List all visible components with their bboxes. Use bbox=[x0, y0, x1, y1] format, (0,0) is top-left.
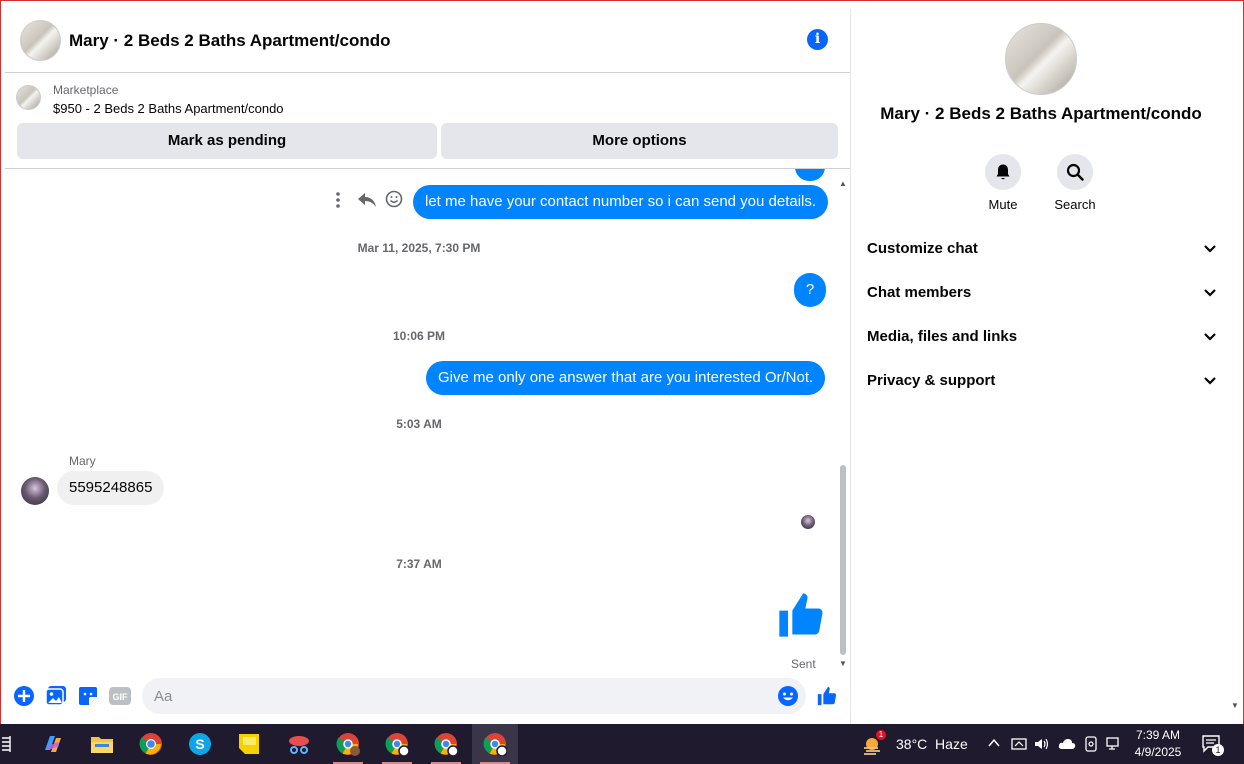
clock-time: 7:39 AM bbox=[1135, 728, 1181, 742]
listing-price-title[interactable]: $950 - 2 Beds 2 Baths Apartment/condo bbox=[53, 101, 284, 116]
scroll-thumb[interactable] bbox=[840, 465, 846, 655]
scroll-down-arrow[interactable]: ▼ bbox=[839, 659, 847, 668]
listing-avatar[interactable] bbox=[20, 20, 61, 61]
sent-status: Sent bbox=[791, 657, 816, 669]
timestamp: 5:03 AM bbox=[396, 417, 442, 431]
timestamp: Mar 11, 2025, 7:30 PM bbox=[357, 241, 481, 255]
info-icon[interactable]: i bbox=[807, 29, 828, 50]
like-sticker-icon[interactable] bbox=[775, 589, 827, 646]
mute-label: Mute bbox=[988, 197, 1018, 212]
section-label: Privacy & support bbox=[867, 372, 996, 389]
file-explorer-icon[interactable] bbox=[79, 724, 125, 764]
app-window: Mary · 2 Beds 2 Baths Apartment/condo i … bbox=[0, 0, 1244, 725]
section-privacy-support[interactable]: Privacy & support bbox=[867, 359, 1217, 403]
notification-center-icon[interactable]: 1 bbox=[1202, 735, 1224, 756]
svg-text:GIF: GIF bbox=[113, 692, 129, 702]
more-options-button[interactable]: More options bbox=[441, 123, 838, 159]
chrome-profile-1-icon[interactable] bbox=[325, 724, 371, 764]
chrome-profile-3-icon[interactable] bbox=[423, 724, 469, 764]
snipping-tool-icon[interactable] bbox=[276, 724, 322, 764]
weather-badge: 1 bbox=[876, 730, 886, 740]
listing-source: Marketplace bbox=[53, 83, 119, 97]
mary-avatar[interactable] bbox=[21, 477, 49, 505]
clock-date: 4/9/2025 bbox=[1134, 745, 1182, 759]
sidebar-listing-avatar[interactable] bbox=[1005, 23, 1077, 95]
chat-header: Mary · 2 Beds 2 Baths Apartment/condo i bbox=[5, 9, 850, 73]
page-scroll-down-arrow[interactable]: ▼ bbox=[1231, 701, 1239, 710]
previous-bubble-edge bbox=[795, 169, 825, 181]
skype-icon[interactable]: S bbox=[177, 724, 223, 764]
onedrive-icon[interactable] bbox=[1058, 737, 1076, 754]
outgoing-message[interactable]: Give me only one answer that are you int… bbox=[426, 361, 826, 395]
section-media-files-links[interactable]: Media, files and links bbox=[867, 315, 1217, 359]
sticky-notes-icon[interactable] bbox=[226, 724, 272, 764]
network-icon[interactable] bbox=[1106, 736, 1122, 755]
bell-icon bbox=[985, 154, 1021, 190]
search-action[interactable]: Search bbox=[1040, 154, 1110, 212]
message-composer: GIF bbox=[5, 673, 850, 723]
search-icon bbox=[1057, 154, 1093, 190]
volume-icon[interactable] bbox=[1034, 736, 1050, 755]
task-view-icon[interactable] bbox=[2, 736, 12, 752]
section-chat-members[interactable]: Chat members bbox=[867, 271, 1217, 315]
chrome-icon[interactable] bbox=[128, 724, 174, 764]
outgoing-message[interactable]: ? bbox=[794, 273, 826, 307]
section-label: Chat members bbox=[867, 284, 972, 301]
show-hidden-icons-chevron-icon[interactable] bbox=[987, 736, 1001, 753]
seen-receipt-avatar bbox=[801, 515, 815, 529]
mute-action[interactable]: Mute bbox=[968, 154, 1038, 212]
clock[interactable]: 7:39 AM 4/9/2025 bbox=[1134, 728, 1182, 759]
listing-card: Marketplace $950 - 2 Beds 2 Baths Apartm… bbox=[5, 73, 850, 169]
add-icon[interactable] bbox=[13, 685, 35, 707]
search-label: Search bbox=[1054, 197, 1096, 212]
gif-icon[interactable]: GIF bbox=[109, 686, 131, 708]
mark-as-pending-button[interactable]: Mark as pending bbox=[17, 123, 437, 159]
chat-panel: Mary · 2 Beds 2 Baths Apartment/condo i … bbox=[5, 9, 851, 725]
device-icon[interactable] bbox=[1084, 736, 1098, 755]
chrome-profile-4-icon[interactable] bbox=[472, 724, 518, 764]
section-label: Customize chat bbox=[867, 240, 978, 257]
reply-icon[interactable] bbox=[357, 191, 377, 214]
message-thread: let me have your contact number so i can… bbox=[5, 169, 850, 669]
message-input[interactable] bbox=[142, 678, 806, 714]
details-sidebar: Mary · 2 Beds 2 Baths Apartment/condo Mu… bbox=[852, 9, 1230, 725]
thread-scrollbar[interactable]: ▲ ▼ bbox=[839, 179, 847, 669]
section-label: Media, files and links bbox=[867, 328, 1018, 345]
sidebar-title: Mary · 2 Beds 2 Baths Apartment/condo bbox=[880, 104, 1202, 123]
section-customize-chat[interactable]: Customize chat bbox=[867, 227, 1217, 271]
chrome-profile-2-icon[interactable] bbox=[374, 724, 420, 764]
weather-text[interactable]: 38°C Haze bbox=[896, 736, 968, 752]
windows-taskbar: S 1 38°C Haze 7:39 AM 4/9/2025 1 bbox=[0, 724, 1244, 764]
chat-title[interactable]: Mary · 2 Beds 2 Baths Apartment/condo bbox=[69, 31, 391, 51]
copilot-icon[interactable] bbox=[30, 724, 76, 764]
incoming-message[interactable]: 5595248865 bbox=[57, 471, 165, 505]
timestamp: 10:06 PM bbox=[392, 329, 446, 343]
emoji-icon[interactable] bbox=[777, 685, 799, 707]
svg-text:S: S bbox=[195, 736, 204, 752]
network-adapter-icon[interactable] bbox=[1011, 736, 1027, 755]
chevron-down-icon bbox=[1203, 359, 1217, 421]
notification-count: 1 bbox=[1212, 744, 1224, 756]
react-icon[interactable] bbox=[385, 190, 403, 213]
timestamp: 7:37 AM bbox=[396, 557, 442, 571]
more-actions-icon[interactable] bbox=[331, 191, 345, 214]
scroll-up-arrow[interactable]: ▲ bbox=[839, 179, 847, 188]
sender-name: Mary bbox=[69, 454, 96, 468]
like-button-icon[interactable] bbox=[816, 685, 838, 707]
listing-thumbnail[interactable] bbox=[16, 85, 41, 110]
weather-icon[interactable]: 1 bbox=[862, 730, 886, 756]
photo-icon[interactable] bbox=[45, 685, 67, 707]
sticker-icon[interactable] bbox=[77, 685, 99, 707]
outgoing-message[interactable]: let me have your contact number so i can… bbox=[413, 185, 829, 219]
